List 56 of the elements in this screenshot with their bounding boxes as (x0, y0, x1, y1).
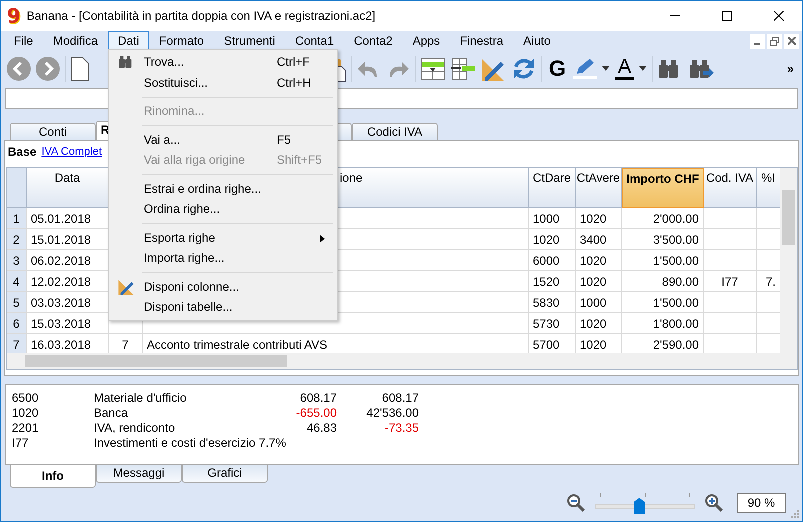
amount: -73.35 (384, 420, 419, 436)
account-name: Banca (94, 406, 128, 421)
table-cell: 15.03.2018 (31, 316, 92, 331)
row-number: 4 (7, 270, 27, 292)
table-cell: 1020 (580, 338, 607, 352)
table-cell: 5730 (533, 316, 560, 331)
table-cell: 15.01.2018 (31, 232, 92, 247)
account-name: Investimenti e costi d'esercizio 7.7% (94, 436, 286, 451)
table-cell: I77 (722, 274, 738, 289)
table-cell: 05.01.2018 (31, 212, 92, 226)
table-cell: 06.02.2018 (31, 254, 92, 268)
row-number: 3 (7, 250, 27, 271)
row-number: 7 (7, 334, 27, 355)
table-cell: 1000 (580, 296, 607, 310)
row-number: 5 (7, 292, 27, 313)
table-cell: 3400 (580, 232, 607, 247)
table-cell: 1000 (533, 212, 560, 226)
table-cell: 1020 (580, 254, 607, 268)
table-cell: 1020 (580, 274, 607, 289)
amount: 46.83 (306, 420, 337, 436)
table-cell: 7 (122, 338, 129, 352)
account-code: 6500 (12, 390, 39, 406)
account-name: IVA, rendiconto (94, 420, 176, 436)
table-cell: 1020 (580, 212, 607, 226)
table-cell: 890.00 (662, 274, 699, 289)
table-cell: 5830 (533, 296, 560, 310)
amount: -655.00 (296, 406, 337, 421)
table-cell: 1'500.00 (653, 254, 699, 268)
table-cell: 6000 (533, 254, 560, 268)
table-cell: Acconto trimestrale contributi AVS (147, 338, 328, 352)
view-label: Base (8, 144, 37, 159)
table-cell: 03.03.2018 (31, 296, 92, 310)
amount: 608.17 (300, 390, 337, 406)
row-number: 1 (7, 208, 27, 229)
table-cell: 1020 (580, 316, 607, 331)
table-cell: 12.02.2018 (31, 274, 92, 289)
row-number: 6 (7, 312, 27, 334)
table-cell: 3'500.00 (653, 232, 699, 247)
table-cell: 2'590.00 (653, 338, 699, 352)
account-code: I77 (12, 436, 29, 451)
account-code: 1020 (12, 406, 39, 421)
table-cell: 2'000.00 (653, 212, 699, 226)
table-cell: 7. (766, 274, 776, 289)
table-cell: 5700 (533, 338, 560, 352)
table-cell: 1020 (533, 232, 560, 247)
window-title: Banana - [Contabilità in partita doppia con IVA e registrazioni.ac2] (26, 9, 377, 23)
table-cell: 16.03.2018 (31, 338, 92, 352)
amount: 42'536.00 (366, 406, 419, 421)
account-name: Materiale d'ufficio (94, 390, 187, 406)
account-code: 2201 (12, 420, 39, 436)
table-cell: 1'500.00 (653, 296, 699, 310)
table-cell: 1'800.00 (653, 316, 699, 331)
row-number: 2 (7, 228, 27, 250)
table-cell: 1520 (533, 274, 560, 289)
amount: 608.17 (382, 390, 419, 406)
app-logo: 9 (7, 4, 21, 28)
